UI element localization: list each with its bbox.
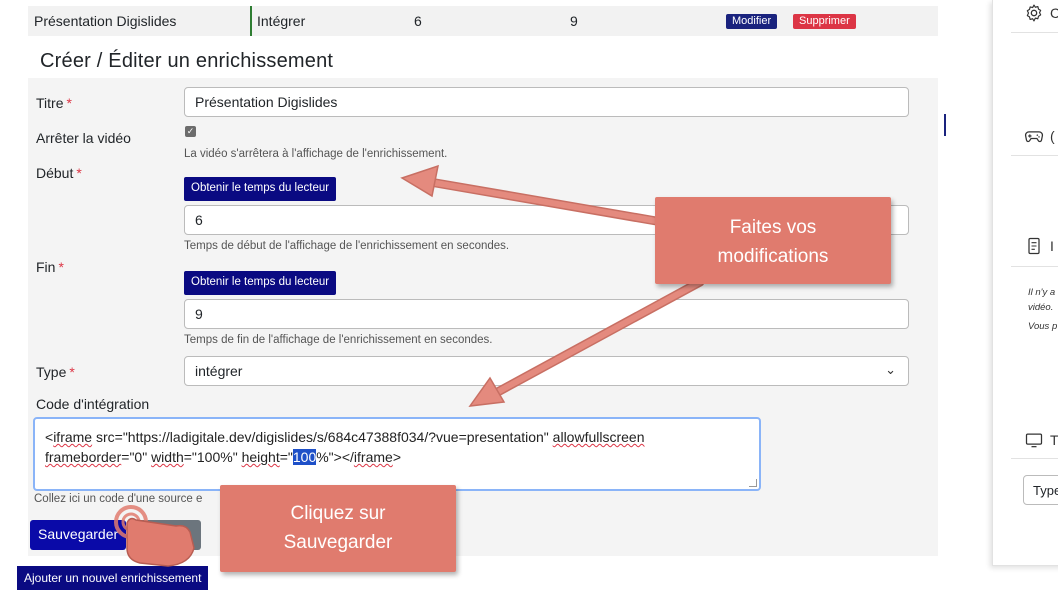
monitor-icon [1025,433,1043,448]
callout-edit-line-1: Faites vos [729,217,817,238]
stop-video-help: La vidéo s'arrêtera à l'affichage de l'e… [184,148,448,160]
get-player-time-start-button[interactable]: Obtenir le temps du lecteur [184,177,337,201]
divider [1011,32,1058,33]
sidebar-heading-4: T [1050,432,1058,448]
right-sidebar: C ( I Il n'y a vidéo. Vous p T Type [992,0,1058,566]
chevron-down-icon: ⌄ [885,362,896,377]
end-help: Temps de fin de l'affichage de l'enrichi… [184,334,493,346]
gamepad-icon [1024,131,1044,143]
type-select-value: intégrer [195,363,243,379]
start-label: Début * [36,165,82,181]
stop-video-checkbox[interactable]: ✓ [185,126,196,137]
end-input[interactable]: 9 [184,299,909,329]
page-title: Créer / Éditer un enrichissement [40,50,334,72]
row-divider [250,6,252,36]
sidebar-note-2: vidéo. [1028,302,1054,313]
embed-code-label: Code d'intégration [36,396,150,412]
type-label: Type * [36,364,75,380]
row-start: 6 [414,13,422,29]
sidebar-note-1: Il n'y a [1028,287,1056,298]
sidebar-heading-3: I [1050,238,1054,254]
screen: Présentation Digislides Intégrer 6 9 Mod… [0,0,1058,595]
embed-code-help: Collez ici un code d'une source e [34,493,203,505]
sidebar-heading-2: ( [1050,128,1055,144]
divider [1011,155,1058,156]
callout-edit: Faites vos modifications [655,197,891,284]
cancel-button[interactable]: Annuler [133,520,201,550]
table-row: Présentation Digislides Intégrer 6 9 Mod… [28,6,938,36]
add-enrichment-button[interactable]: Ajouter un nouvel enrichissement [17,566,209,590]
document-icon [1028,237,1040,255]
get-player-time-end-button[interactable]: Obtenir le temps du lecteur [184,271,337,295]
title-input[interactable]: Présentation Digislides [184,87,909,117]
edit-button[interactable]: Modifier [726,14,778,29]
row-type: Intégrer [257,13,306,29]
gear-icon [1026,4,1042,22]
callout-save: Cliquez sur Sauvegarder [220,485,456,572]
resize-handle[interactable] [749,479,757,487]
sidebar-heading-1: C [1050,5,1058,21]
selected-text: 100 [292,449,317,465]
callout-save-line-2: Sauvegarder [283,532,393,553]
end-label: Fin * [36,259,64,275]
delete-button[interactable]: Supprimer [793,14,856,29]
callout-edit-line-2: modifications [717,246,829,267]
row-title: Présentation Digislides [34,13,177,29]
stop-video-label: Arrêter la vidéo [36,130,131,146]
embed-code-textarea[interactable]: <iframe src="https://ladigitale.dev/digi… [33,417,761,491]
divider [1011,266,1058,267]
enrichment-form: Titre * Présentation Digislides Arrêter l… [28,78,938,556]
sidebar-note-3: Vous p [1028,321,1058,332]
start-help: Temps de début de l'affichage de l'enric… [184,240,510,252]
save-button[interactable]: Sauvegarder [30,520,127,550]
scroll-marker [944,114,946,136]
row-end: 9 [570,13,578,29]
divider [1011,458,1058,459]
type-filter-select[interactable]: Type [1023,475,1058,505]
callout-save-line-1: Cliquez sur [290,503,386,524]
title-label: Titre * [36,95,72,111]
type-select[interactable]: intégrer ⌄ [184,356,909,386]
